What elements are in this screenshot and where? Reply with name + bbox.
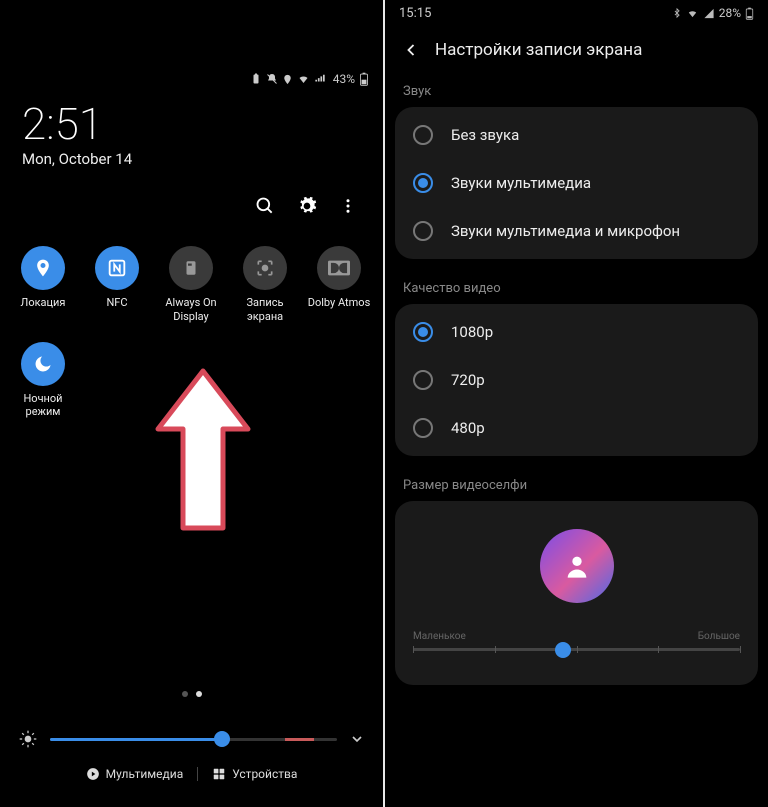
selfie-avatar-preview xyxy=(540,529,614,603)
battery-icon xyxy=(359,72,369,86)
tile-label: Dolby Atmos xyxy=(308,296,371,310)
bluetooth-icon xyxy=(672,7,682,19)
qs-action-row xyxy=(0,174,383,224)
tab-label: Устройства xyxy=(232,767,297,781)
selfie-size-slider[interactable] xyxy=(413,648,740,651)
sound-options-card: Без звука Звуки мультимедиа Звуки мульти… xyxy=(395,107,758,259)
screen-record-settings: 15:15 28% Настройки записи экрана Звук xyxy=(385,0,768,807)
tile-label: NFC xyxy=(106,296,127,310)
radio-media-mic[interactable]: Звуки мультимедиа и микрофон xyxy=(395,207,758,255)
radio-label: 720p xyxy=(451,371,485,389)
status-bar: 15:15 28% xyxy=(385,0,768,26)
tile-night-mode[interactable]: Ночной режим xyxy=(6,342,80,420)
tile-dolby[interactable]: Dolby Atmos xyxy=(302,246,376,324)
radio-label: Без звука xyxy=(451,126,519,144)
radio-no-sound[interactable]: Без звука xyxy=(395,111,758,159)
signal-icon xyxy=(703,8,715,19)
moon-icon xyxy=(21,342,65,386)
radio-480p[interactable]: 480p xyxy=(395,404,758,452)
selfie-size-card: Маленькое Большое xyxy=(395,501,758,685)
brightness-slider[interactable] xyxy=(50,738,337,741)
nfc-icon xyxy=(95,246,139,290)
radio-icon xyxy=(413,370,433,390)
slider-labels: Маленькое Большое xyxy=(413,631,740,642)
tile-label: Always On Display xyxy=(154,296,228,324)
tab-multimedia[interactable]: Мультимедиа xyxy=(78,763,192,785)
tile-label: Ночной режим xyxy=(6,392,80,420)
dot xyxy=(182,691,188,697)
tile-screen-record[interactable]: Запись экрана xyxy=(228,246,302,324)
radio-icon xyxy=(413,418,433,438)
separator xyxy=(197,767,198,781)
clock-block: 2:51 Mon, October 14 xyxy=(0,94,383,174)
section-quality-label: Качество видео xyxy=(385,275,768,304)
mute-icon xyxy=(266,73,278,85)
aod-icon xyxy=(169,246,213,290)
more-icon[interactable] xyxy=(339,196,357,216)
signal-icon xyxy=(314,73,327,85)
qs-tiles: Локация NFC Always On Display Запись экр… xyxy=(0,224,383,445)
tile-location[interactable]: Локация xyxy=(6,246,80,324)
status-time: 15:15 xyxy=(399,6,431,21)
radio-label: 1080p xyxy=(451,323,493,341)
tab-label: Мультимедиа xyxy=(106,767,184,781)
dolby-icon xyxy=(317,246,361,290)
slider-min-label: Маленькое xyxy=(413,631,466,642)
radio-media-sound[interactable]: Звуки мультимедиа xyxy=(395,159,758,207)
location-icon xyxy=(21,246,65,290)
power-save-icon xyxy=(250,73,262,85)
tile-label: Запись экрана xyxy=(228,296,302,324)
brightness-icon xyxy=(18,729,38,749)
radio-icon xyxy=(413,125,433,145)
clock-time: 2:51 xyxy=(22,102,361,146)
bottom-tabs: Мультимедиа Устройства xyxy=(14,763,369,785)
battery-icon xyxy=(745,7,754,20)
tab-devices[interactable]: Устройства xyxy=(204,763,305,785)
clock-date: Mon, October 14 xyxy=(22,150,361,168)
radio-label: Звуки мультимедиа и микрофон xyxy=(451,222,680,240)
back-icon[interactable] xyxy=(401,40,421,60)
location-status-icon xyxy=(282,74,293,85)
tile-aod[interactable]: Always On Display xyxy=(154,246,228,324)
brightness-row xyxy=(14,723,369,763)
page-title: Настройки записи экрана xyxy=(435,40,642,60)
gear-icon[interactable] xyxy=(297,196,317,216)
page-dots xyxy=(14,691,369,697)
screen-record-icon xyxy=(243,246,287,290)
quality-options-card: 1080p 720p 480p xyxy=(395,304,758,456)
qs-footer: Мультимедиа Устройства xyxy=(0,691,383,793)
tile-label: Локация xyxy=(21,296,66,310)
slider-max-label: Большое xyxy=(698,631,740,642)
radio-label: Звуки мультимедиа xyxy=(451,174,591,192)
chevron-down-icon[interactable] xyxy=(349,731,365,747)
wifi-icon xyxy=(686,8,699,19)
section-selfie-label: Размер видеоселфи xyxy=(385,472,768,501)
radio-icon xyxy=(413,221,433,241)
tile-nfc[interactable]: NFC xyxy=(80,246,154,324)
section-sound-label: Звук xyxy=(385,78,768,107)
radio-icon xyxy=(413,173,433,193)
battery-pct: 43% xyxy=(333,72,355,86)
status-bar: 43% xyxy=(0,64,383,94)
radio-icon xyxy=(413,322,433,342)
radio-1080p[interactable]: 1080p xyxy=(395,308,758,356)
radio-label: 480p xyxy=(451,419,485,437)
search-icon[interactable] xyxy=(255,196,275,216)
page-header: Настройки записи экрана xyxy=(385,26,768,78)
wifi-icon xyxy=(297,73,310,85)
dot-active xyxy=(196,691,202,697)
quick-settings-panel: 43% 2:51 Mon, October 14 Локация xyxy=(0,0,383,807)
battery-pct: 28% xyxy=(719,6,741,20)
radio-720p[interactable]: 720p xyxy=(395,356,758,404)
